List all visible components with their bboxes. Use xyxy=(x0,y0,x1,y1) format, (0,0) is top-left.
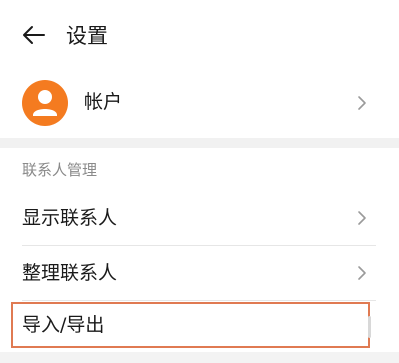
chevron-right-icon xyxy=(358,266,366,280)
app-header: 设置 xyxy=(0,0,399,72)
account-label: 帐户 xyxy=(84,91,123,113)
person-icon xyxy=(33,90,57,116)
menu-item-label: 显示联系人 xyxy=(22,207,118,229)
menu-item-label: 整理联系人 xyxy=(22,262,118,284)
bottom-band xyxy=(0,352,399,363)
page-title: 设置 xyxy=(66,24,108,48)
scrollbar-thumb[interactable] xyxy=(368,316,371,338)
back-arrow-icon[interactable] xyxy=(22,25,46,45)
chevron-right-icon xyxy=(358,211,366,225)
menu-item-organize-contacts[interactable]: 整理联系人 xyxy=(0,246,399,300)
section-header-contacts: 联系人管理 xyxy=(22,161,98,179)
chevron-right-icon xyxy=(358,96,366,110)
section-separator xyxy=(0,138,399,148)
highlight-box xyxy=(11,302,370,348)
menu-item-display-contacts[interactable]: 显示联系人 xyxy=(0,191,399,245)
avatar xyxy=(22,80,68,126)
account-row[interactable]: 帐户 xyxy=(0,72,399,134)
